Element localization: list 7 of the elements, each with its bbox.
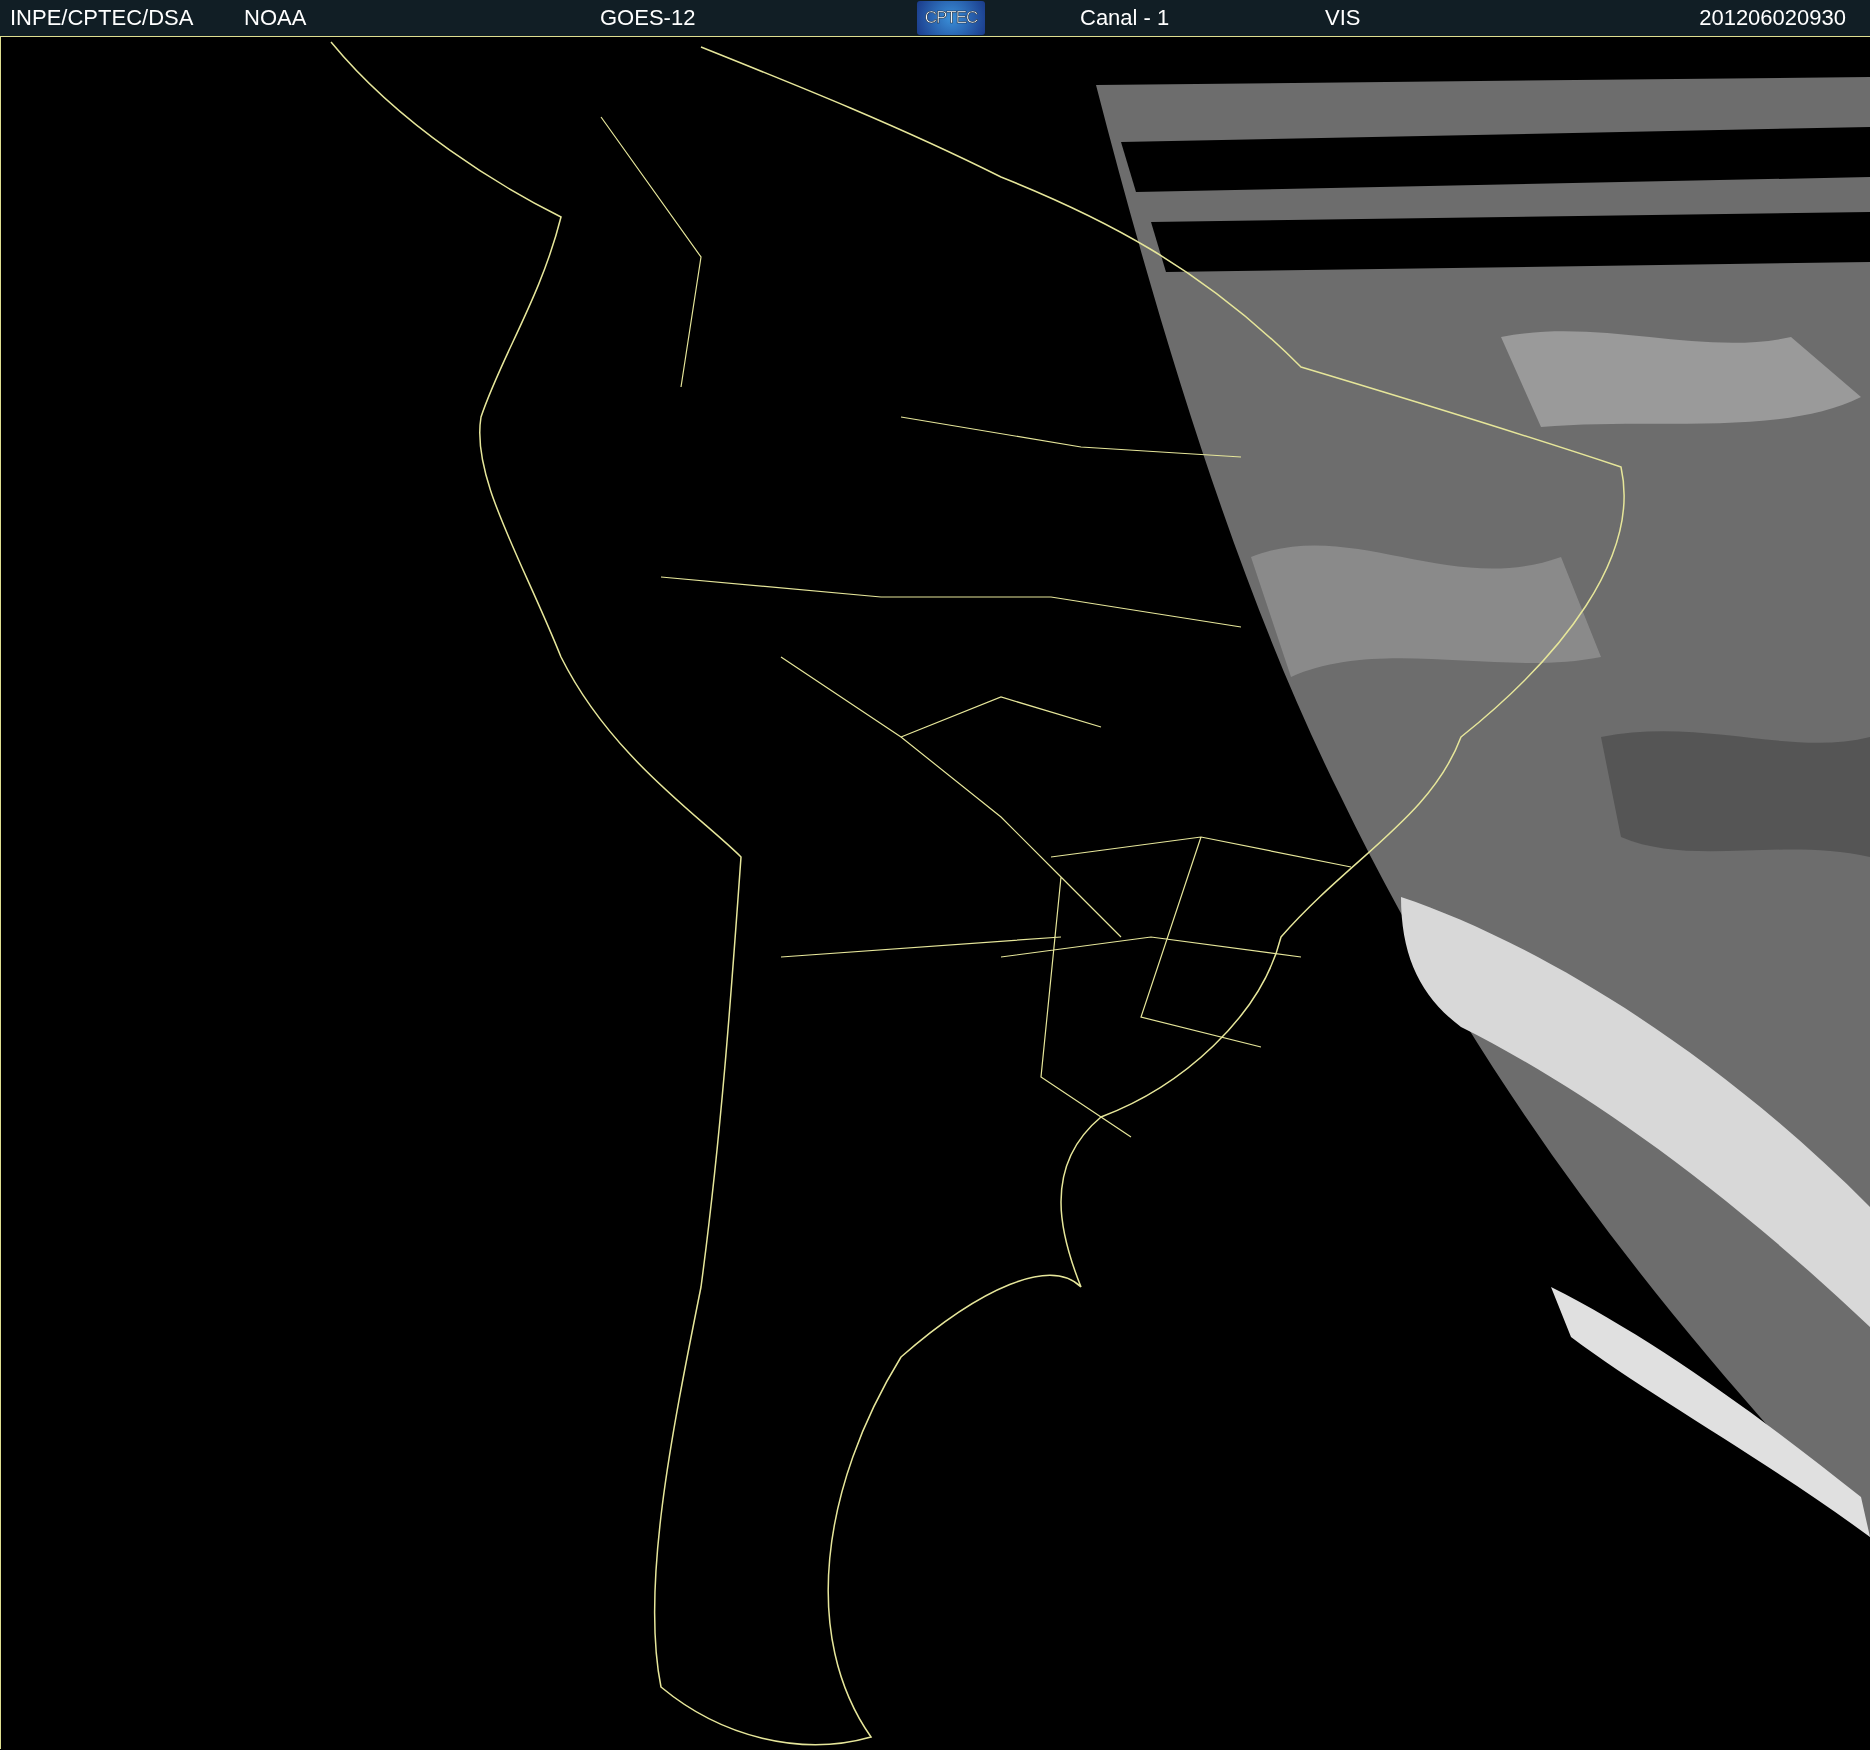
agency-label: NOAA [244, 5, 308, 31]
channel-label: Canal - 1 [1080, 5, 1171, 31]
band-label: VIS [1325, 5, 1362, 31]
logo: CPTEC [917, 1, 985, 35]
timestamp-label: 201206020930 [1698, 5, 1847, 31]
satellite-label: GOES-12 [600, 5, 697, 31]
source-label: INPE/CPTEC/DSA [9, 5, 195, 31]
